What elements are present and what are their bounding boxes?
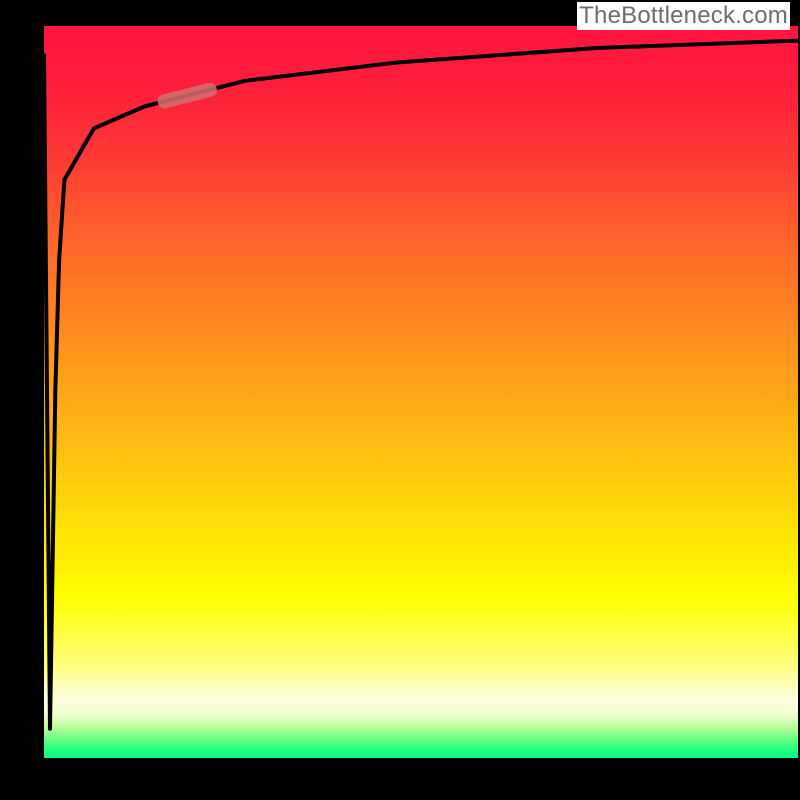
watermark-label: TheBottleneck.com (577, 2, 790, 30)
curve-marker (165, 90, 210, 102)
curve-line (44, 41, 798, 729)
chart-frame: TheBottleneck.com (0, 0, 800, 800)
chart-svg (44, 26, 798, 758)
